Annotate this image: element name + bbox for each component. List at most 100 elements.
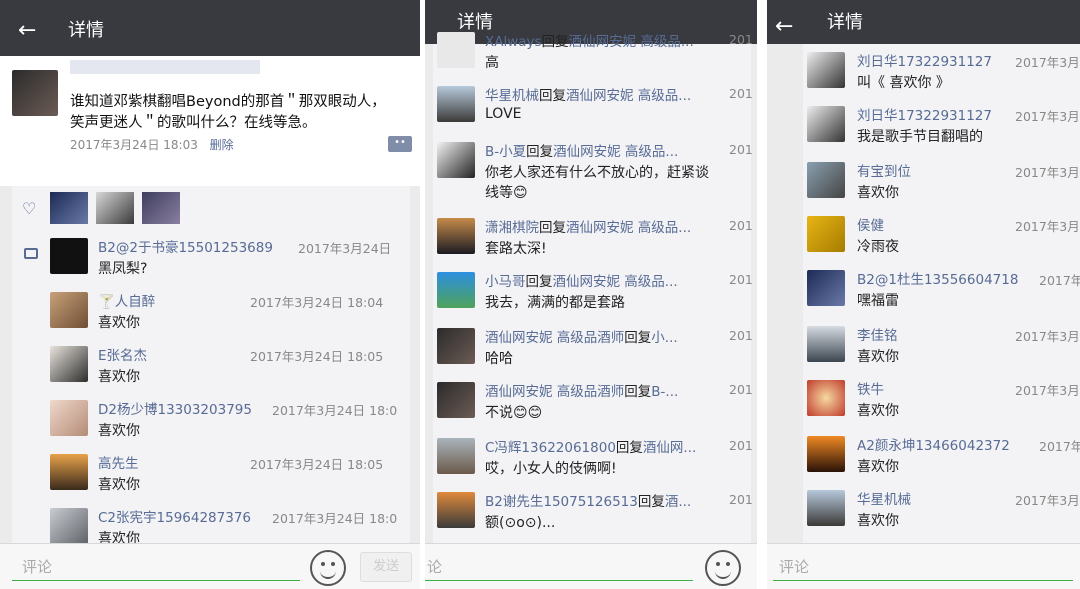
- arrow-left-icon[interactable]: ←: [775, 14, 793, 40]
- avatar[interactable]: [437, 272, 475, 308]
- comment-item[interactable]: B2@1杜生13556604718 2017年 嘿福雷: [803, 262, 1080, 316]
- commenter-name[interactable]: B-小夏回复酒仙网安妮 高级品...: [485, 140, 678, 160]
- commenter-name[interactable]: 侯健: [857, 214, 884, 234]
- arrow-left-icon[interactable]: ←: [18, 18, 36, 44]
- avatar[interactable]: [12, 70, 58, 116]
- post-text: 谁知道邓紫棋翻唱Beyond的那首＂那双眼动人，笑声更迷人＂的歌叫什么？在线等急…: [70, 94, 386, 131]
- commenter-name[interactable]: 铁牛: [857, 378, 884, 398]
- avatar[interactable]: [437, 382, 475, 418]
- delete-link[interactable]: 删除: [210, 138, 234, 152]
- comment-item[interactable]: 有宝到位 2017年3月 喜欢你: [803, 154, 1080, 208]
- more-options-icon[interactable]: ••: [388, 136, 412, 152]
- avatar[interactable]: [807, 216, 845, 252]
- comment-list: B2@2于书豪15501253689 2017年3月24日 黑凤梨? 🍸人自醉 …: [12, 230, 410, 547]
- comment-item[interactable]: 侯健 2017年3月 冷雨夜: [803, 208, 1080, 262]
- comment-item[interactable]: 潇湘棋院回复酒仙网安妮 高级品... 201 套路太深!: [433, 210, 753, 264]
- comment-item[interactable]: 李佳铭 2017年3月 喜欢你: [803, 318, 1080, 372]
- commenter-name[interactable]: C冯辉13622061800回复酒仙网...: [485, 436, 696, 456]
- post-time: 2017年3月24日 18:03: [70, 138, 198, 152]
- input-underline: [425, 580, 693, 581]
- commenter-name[interactable]: 🍸人自醉: [98, 290, 155, 310]
- commenter-name[interactable]: 潇湘棋院回复酒仙网安妮 高级品...: [485, 216, 691, 236]
- avatar[interactable]: [437, 328, 475, 364]
- comment-item[interactable]: D2杨少博13303203795 2017年3月24日 18:0 喜欢你: [50, 392, 410, 446]
- avatar[interactable]: [437, 142, 475, 178]
- comment-item[interactable]: B2@2于书豪15501253689 2017年3月24日 黑凤梨?: [50, 230, 410, 284]
- commenter-name[interactable]: 李佳铭: [857, 324, 898, 344]
- commenter-name[interactable]: 高先生: [98, 452, 139, 472]
- avatar[interactable]: [437, 492, 475, 528]
- avatar[interactable]: [807, 380, 845, 416]
- comment-item[interactable]: XAlways回复酒仙网安妮 高级品... 201 高: [433, 24, 753, 78]
- comment-text: 不说😊😊: [485, 405, 543, 421]
- comment-item[interactable]: 高先生 2017年3月24日 18:05 喜欢你: [50, 446, 410, 500]
- avatar[interactable]: [437, 32, 475, 68]
- commenter-name[interactable]: D2杨少博13303203795: [98, 398, 252, 418]
- input-underline: [773, 580, 1073, 581]
- comment-item[interactable]: 小马哥回复酒仙网安妮 高级品... 201 我去，满满的都是套路: [433, 264, 753, 318]
- comment-item[interactable]: C冯辉13622061800回复酒仙网... 201 哎，小女人的伎俩啊!: [433, 430, 753, 484]
- comment-time: 201: [729, 218, 753, 233]
- avatar[interactable]: [50, 292, 88, 328]
- comment-item[interactable]: B2谢先生15075126513回复酒... 201 额(⊙o⊙)...: [433, 484, 753, 538]
- comment-item[interactable]: 刘日华17322931127 2017年3月 我是歌手节目翻唱的: [803, 98, 1080, 152]
- commenter-name[interactable]: B2@2于书豪15501253689: [98, 236, 273, 256]
- avatar[interactable]: [807, 270, 845, 306]
- comment-time: 2017年3月24日 18:05: [250, 349, 384, 364]
- comment-item[interactable]: 🍸人自醉 2017年3月24日 18:04 喜欢你: [50, 284, 410, 338]
- commenter-name[interactable]: 酒仙网安妮 高级品酒师回复小...: [485, 326, 678, 346]
- commenter-name[interactable]: 华星机械回复酒仙网安妮 高级品...: [485, 84, 691, 104]
- comment-item[interactable]: 铁牛 2017年3月 喜欢你: [803, 372, 1080, 426]
- blurred-username: [70, 60, 260, 74]
- heart-icon: ♡: [22, 199, 37, 218]
- avatar[interactable]: [142, 192, 180, 224]
- send-button[interactable]: 发送: [360, 552, 412, 582]
- emoji-icon[interactable]: [310, 550, 346, 586]
- commenter-name[interactable]: 华星机械: [857, 488, 911, 508]
- avatar[interactable]: [807, 326, 845, 362]
- avatar[interactable]: [807, 490, 845, 526]
- emoji-icon[interactable]: [705, 550, 741, 586]
- comment-list: XAlways回复酒仙网安妮 高级品... 201 高 华星机械回复酒仙网安妮 …: [433, 32, 753, 543]
- commenter-name[interactable]: 小马哥回复酒仙网安妮 高级品...: [485, 270, 678, 290]
- commenter-name[interactable]: E张名杰: [98, 344, 147, 364]
- comment-item[interactable]: 酒仙网安妮 高级品酒师回复B-... 201 不说😊😊: [433, 374, 753, 428]
- avatar[interactable]: [50, 192, 88, 224]
- avatar[interactable]: [50, 238, 88, 274]
- avatar[interactable]: [50, 346, 88, 382]
- avatar[interactable]: [96, 192, 134, 224]
- comment-item[interactable]: 酒仙网安妮 高级品酒师回复小... 201 哈哈: [433, 320, 753, 374]
- comment-item[interactable]: 华星机械 2017年3月 喜欢你: [803, 482, 1080, 536]
- commenter-name[interactable]: 刘日华17322931127: [857, 50, 992, 70]
- commenter-name[interactable]: XAlways回复酒仙网安妮 高级品...: [485, 30, 694, 50]
- comment-time: 2017年3月24日 18:0: [272, 403, 398, 418]
- comment-item[interactable]: 刘日华17322931127 2017年3月 叫《 喜欢你 》: [803, 44, 1080, 98]
- comment-list: 刘日华17322931127 2017年3月 叫《 喜欢你 》 刘日华17322…: [803, 44, 1080, 543]
- comment-input[interactable]: 评论: [779, 556, 809, 577]
- avatar[interactable]: [437, 438, 475, 474]
- comment-item[interactable]: A2颜永坤13466042372 2017年 喜欢你: [803, 428, 1080, 482]
- commenter-name[interactable]: 有宝到位: [857, 160, 911, 180]
- detail-panel-middle: 详情 XAlways回复酒仙网安妮 高级品... 201 高 华星机械回复酒仙网…: [425, 0, 757, 589]
- avatar[interactable]: [437, 86, 475, 122]
- avatar[interactable]: [807, 52, 845, 88]
- comment-item[interactable]: B-小夏回复酒仙网安妮 高级品... 201 你老人家还有什么不放心的，赶紧谈 …: [433, 134, 753, 201]
- commenter-name[interactable]: B2@1杜生13556604718: [857, 268, 1018, 288]
- likes-row: ♡: [12, 186, 410, 230]
- comment-input[interactable]: 论: [427, 556, 442, 577]
- avatar[interactable]: [50, 454, 88, 490]
- comment-input[interactable]: 评论: [22, 556, 52, 577]
- avatar[interactable]: [807, 436, 845, 472]
- avatar[interactable]: [807, 106, 845, 142]
- avatar[interactable]: [50, 508, 88, 544]
- avatar[interactable]: [50, 400, 88, 436]
- commenter-name[interactable]: C2张宪宇15964287376: [98, 506, 251, 526]
- avatar[interactable]: [807, 162, 845, 198]
- avatar[interactable]: [437, 218, 475, 254]
- comment-item[interactable]: E张名杰 2017年3月24日 18:05 喜欢你: [50, 338, 410, 392]
- commenter-name[interactable]: 酒仙网安妮 高级品酒师回复B-...: [485, 380, 678, 400]
- commenter-name[interactable]: A2颜永坤13466042372: [857, 434, 1010, 454]
- comment-item[interactable]: 华星机械回复酒仙网安妮 高级品... 201 LOVE: [433, 78, 753, 132]
- commenter-name[interactable]: 刘日华17322931127: [857, 104, 992, 124]
- commenter-name[interactable]: B2谢先生15075126513回复酒...: [485, 490, 691, 510]
